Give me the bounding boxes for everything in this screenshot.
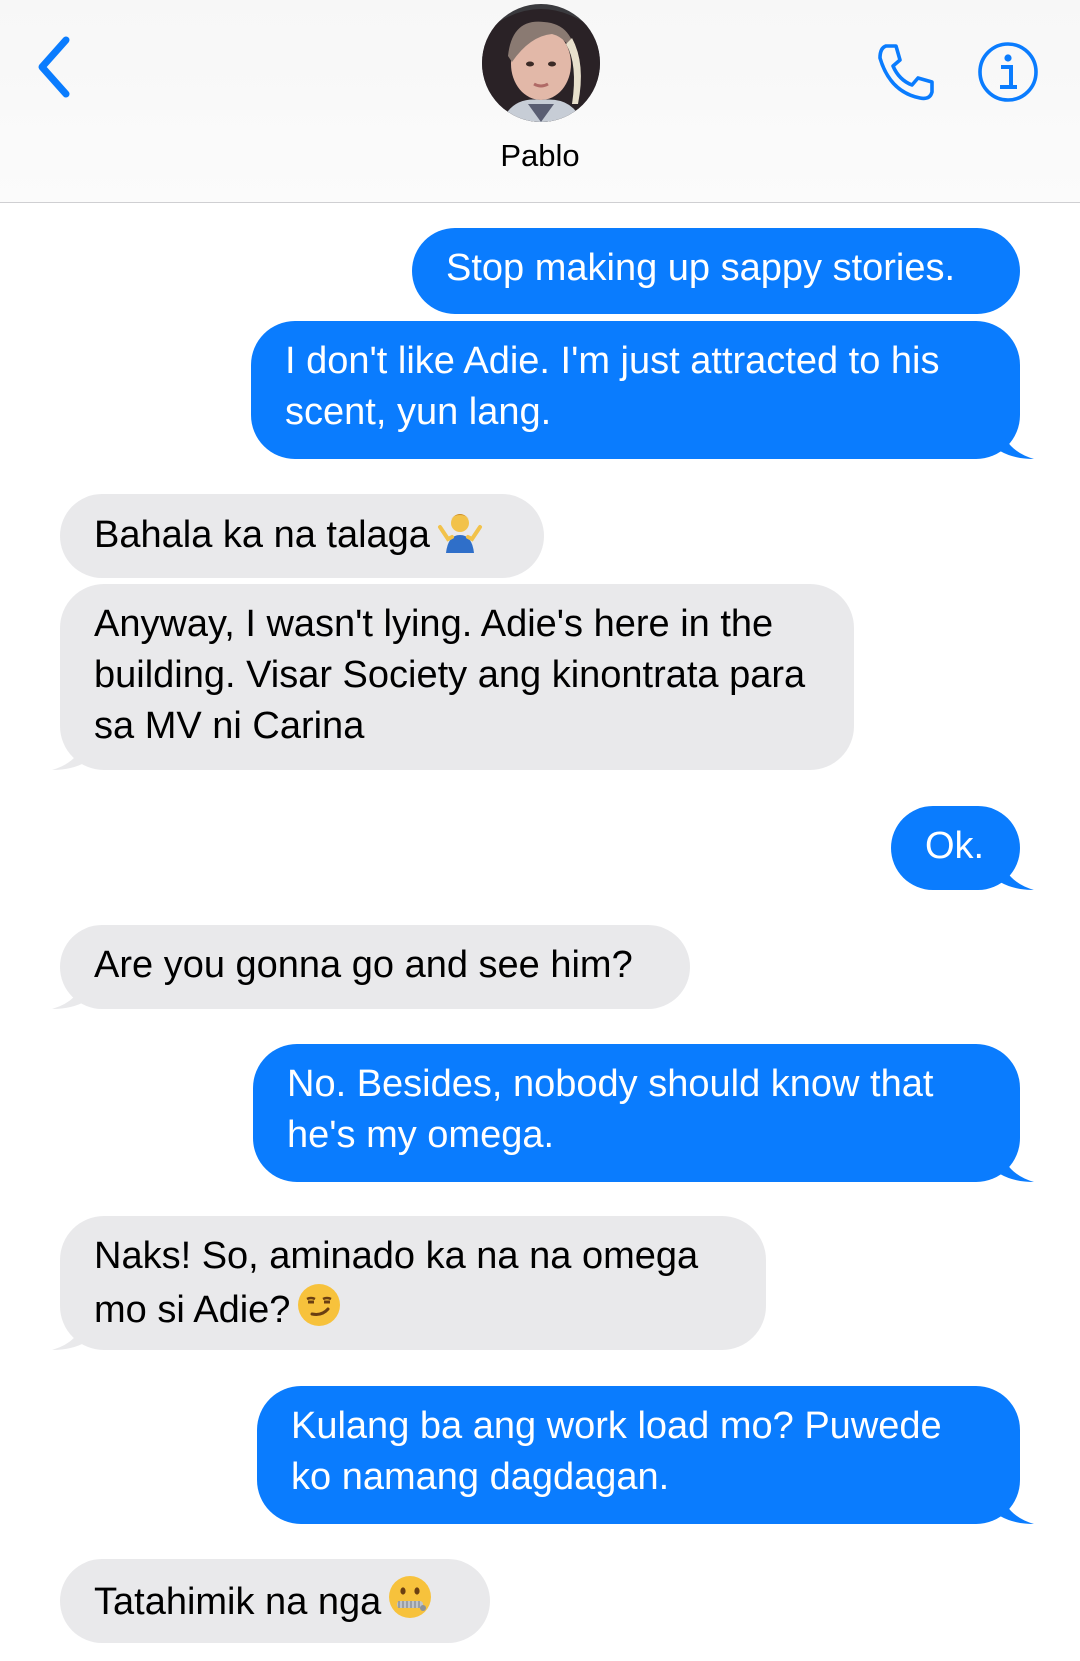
message-text: Naks! So, aminado ka na na omega mo si A…: [94, 1235, 699, 1331]
avatar[interactable]: [482, 4, 600, 122]
bubble-tail: [52, 736, 86, 770]
message-bubble-outgoing[interactable]: No. Besides, nobody should know that he'…: [253, 1044, 1020, 1182]
message-bubble-outgoing[interactable]: Kulang ba ang work load mo? Puwede ko na…: [257, 1386, 1020, 1524]
conversation-header: Pablo: [0, 0, 1080, 203]
bubble-tail: [1000, 1148, 1034, 1182]
message-text: Tatahimik na nga: [94, 1581, 382, 1623]
message-bubble-incoming[interactable]: Are you gonna go and see him?: [60, 925, 690, 1009]
bubble-tail: [1000, 1490, 1034, 1524]
message-text: Kulang ba ang work load mo? Puwede ko na…: [291, 1405, 942, 1498]
message-text: No. Besides, nobody should know that he'…: [287, 1063, 934, 1156]
bubble-tail: [52, 1316, 86, 1350]
message-text: Stop making up sappy stories.: [446, 247, 956, 289]
bubble-tail: [52, 975, 86, 1009]
message-text: Ok.: [925, 825, 985, 867]
bubble-tail: [1000, 856, 1034, 890]
chevron-left-icon[interactable]: [30, 35, 80, 100]
phone-icon[interactable]: [872, 40, 936, 104]
person-shrugging-icon: [437, 514, 482, 553]
message-bubble-incoming[interactable]: Naks! So, aminado ka na na omega mo si A…: [60, 1216, 766, 1350]
message-text: I don't like Adie. I'm just attracted to…: [285, 340, 940, 433]
message-text: Anyway, I wasn't lying. Adie's here in t…: [94, 603, 806, 747]
smirking-face-icon: [298, 1284, 341, 1326]
zipper-mouth-face-icon: [389, 1576, 432, 1618]
message-text: Bahala ka na talaga: [94, 514, 430, 556]
contact-name[interactable]: Pablo: [0, 138, 1080, 174]
message-bubble-outgoing[interactable]: I don't like Adie. I'm just attracted to…: [251, 321, 1020, 459]
message-bubble-incoming[interactable]: Anyway, I wasn't lying. Adie's here in t…: [60, 584, 854, 770]
message-bubble-outgoing[interactable]: Stop making up sappy stories.: [412, 228, 1020, 314]
message-bubble-incoming[interactable]: Tatahimik na nga: [60, 1559, 490, 1643]
message-bubble-incoming[interactable]: Bahala ka na talaga: [60, 494, 544, 578]
message-text: Are you gonna go and see him?: [94, 944, 633, 986]
bubble-tail: [1000, 425, 1034, 459]
info-icon[interactable]: [976, 40, 1040, 104]
